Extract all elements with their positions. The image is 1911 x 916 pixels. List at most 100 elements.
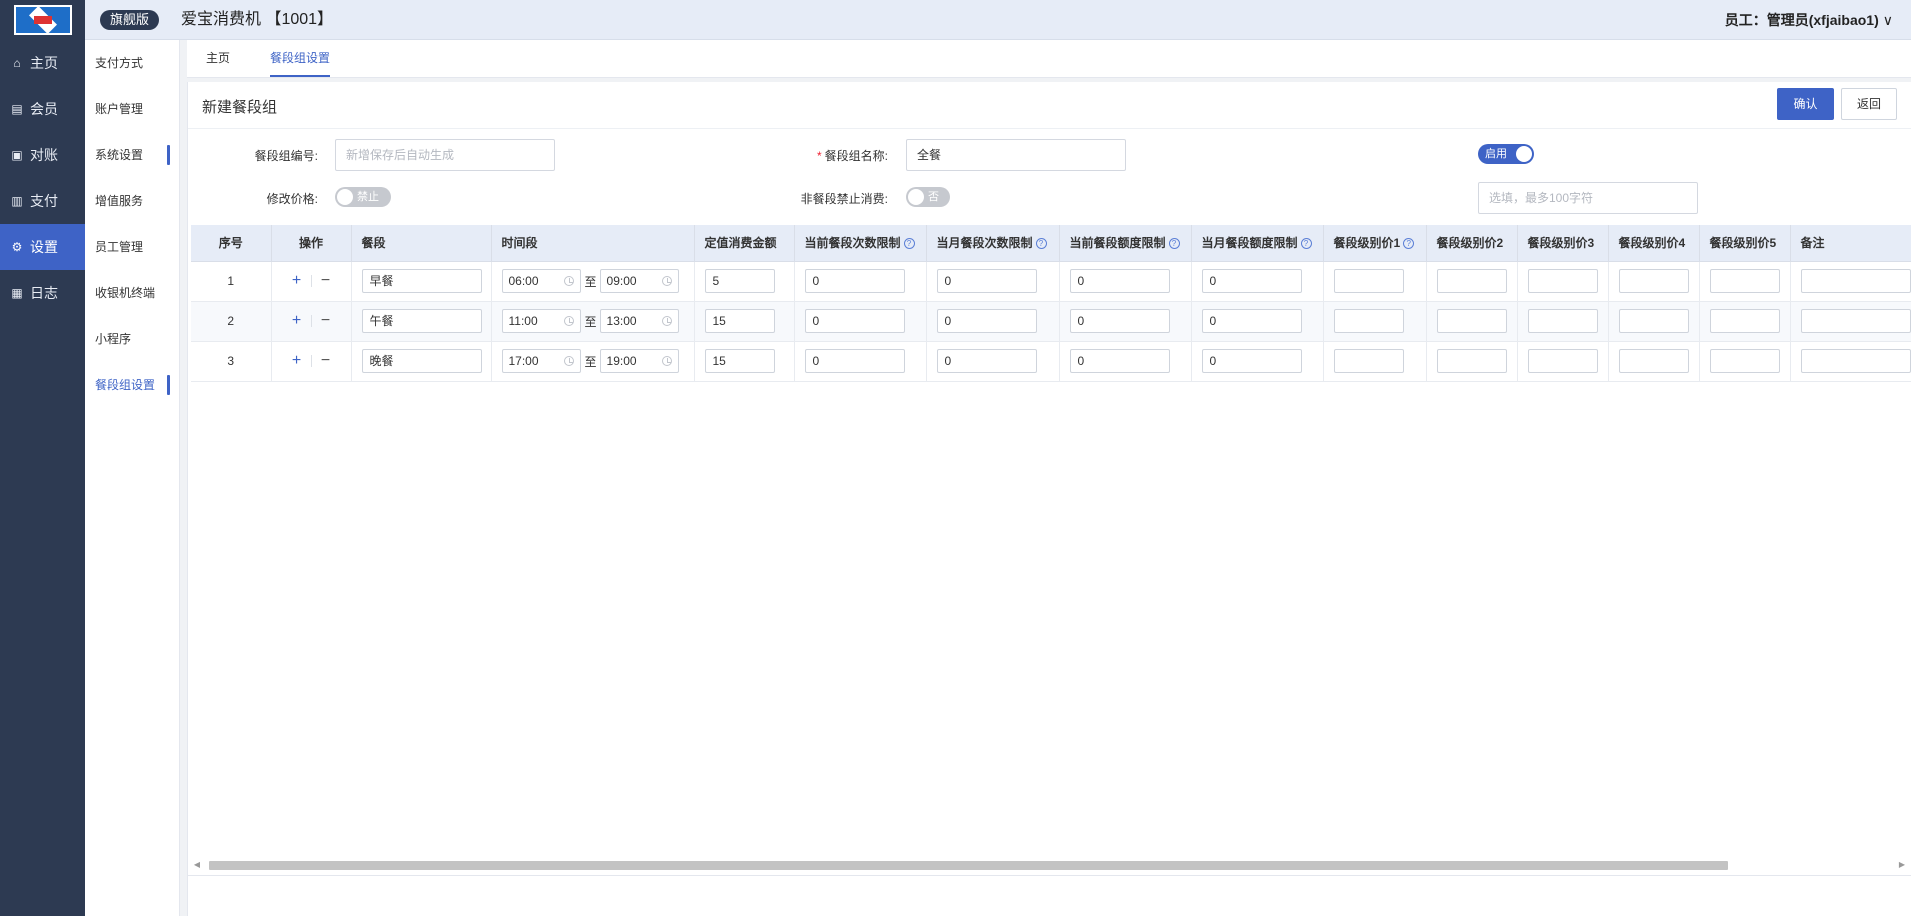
group-no-label: 餐段组编号: — [254, 149, 318, 163]
scroll-right-icon[interactable]: ▶ — [1897, 858, 1907, 872]
level-price-2-input[interactable] — [1436, 269, 1507, 293]
subnav-item-accounts[interactable]: 账户管理 — [85, 86, 179, 132]
divider — [310, 355, 312, 367]
month-count-input[interactable]: 0 — [936, 269, 1037, 293]
amount-input[interactable]: 5 — [704, 269, 775, 293]
month-count-input[interactable]: 0 — [936, 309, 1037, 333]
time-cell: 11:00 至 13:00 — [491, 301, 695, 342]
back-button[interactable]: 返回 — [1841, 88, 1897, 120]
modify-price-toggle[interactable]: 禁止 — [335, 187, 391, 207]
cur-count-input[interactable]: 0 — [804, 349, 905, 373]
remove-row-icon[interactable]: − — [316, 313, 336, 329]
nav-item-home[interactable]: ⌂ 主页 — [0, 40, 85, 86]
cur-count-input[interactable]: 0 — [804, 269, 905, 293]
meal-name-input[interactable]: 早餐 — [361, 269, 482, 293]
amount-input[interactable]: 15 — [704, 349, 775, 373]
nav-item-member[interactable]: ▤ 会员 — [0, 86, 85, 132]
subnav-item-payment-methods[interactable]: 支付方式 — [85, 40, 179, 86]
month-count-cell: 0 — [926, 341, 1060, 382]
start-time-picker[interactable]: 17:00 — [501, 349, 581, 373]
cur-quota-input[interactable]: 0 — [1069, 269, 1170, 293]
month-count-input[interactable]: 0 — [936, 349, 1037, 373]
scroll-left-icon[interactable]: ◀ — [192, 858, 202, 872]
end-time-picker[interactable]: 13:00 — [599, 309, 679, 333]
amount-input[interactable]: 15 — [704, 309, 775, 333]
amount-cell: 15 — [694, 301, 795, 342]
add-row-icon[interactable]: + — [287, 273, 307, 289]
level-price-5-input[interactable] — [1709, 269, 1780, 293]
tab-home[interactable]: 主页 — [206, 40, 230, 76]
level-price-2-input[interactable] — [1436, 309, 1507, 333]
subnav-item-terminals[interactable]: 收银机终端 — [85, 270, 179, 316]
non-meal-toggle[interactable]: 否 — [906, 187, 950, 207]
cur-quota-input[interactable]: 0 — [1069, 349, 1170, 373]
nav-item-reconcile[interactable]: ▣ 对账 — [0, 132, 85, 178]
group-no-field[interactable]: 新增保存后自动生成 — [335, 139, 555, 171]
remark-field[interactable]: 选填，最多100字符 — [1478, 182, 1698, 214]
level-price-2-input[interactable] — [1436, 349, 1507, 373]
help-icon[interactable]: ? — [1168, 238, 1180, 250]
level-price-4-input[interactable] — [1618, 269, 1689, 293]
end-time-picker[interactable]: 09:00 — [599, 269, 679, 293]
month-quota-input[interactable]: 0 — [1201, 269, 1302, 293]
meal-periods-table: 序号 操作 餐段 时间段 定值消费金额 当前餐段次数限制? 当月餐段次数限制? … — [191, 225, 1911, 865]
clock-icon — [661, 276, 672, 286]
level-price-1-input[interactable] — [1333, 269, 1404, 293]
level-price-4-input[interactable] — [1618, 309, 1689, 333]
subnav-item-staff[interactable]: 员工管理 — [85, 224, 179, 270]
cur-quota-input[interactable]: 0 — [1069, 309, 1170, 333]
level-price-3-cell — [1517, 341, 1609, 382]
to-label: 至 — [584, 314, 597, 329]
start-time-picker[interactable]: 11:00 — [501, 309, 581, 333]
help-icon[interactable]: ? — [1403, 238, 1415, 250]
confirm-button[interactable]: 确认 — [1777, 88, 1834, 120]
nav-item-settings[interactable]: ⚙ 设置 — [0, 224, 85, 270]
nav-item-payment[interactable]: ▥ 支付 — [0, 178, 85, 224]
help-icon[interactable]: ? — [1035, 238, 1047, 250]
cur-count-cell: 0 — [794, 301, 927, 342]
status-toggle[interactable]: 启用 — [1478, 144, 1534, 164]
level-price-3-input[interactable] — [1527, 349, 1598, 373]
tab-meal-group-settings[interactable]: 餐段组设置 — [270, 40, 331, 77]
row-remark-input[interactable] — [1800, 309, 1911, 333]
month-quota-input[interactable]: 0 — [1201, 309, 1302, 333]
col-header-cur-count: 当前餐段次数限制? — [794, 225, 927, 262]
level-price-5-input[interactable] — [1709, 349, 1780, 373]
row-remark-input[interactable] — [1800, 269, 1911, 293]
cur-count-input[interactable]: 0 — [804, 309, 905, 333]
level-price-4-input[interactable] — [1618, 349, 1689, 373]
level-price-3-input[interactable] — [1527, 269, 1598, 293]
level-price-1-input[interactable] — [1333, 309, 1404, 333]
subnav-item-meal-groups[interactable]: 餐段组设置 — [85, 362, 179, 408]
nav-item-label: 日志 — [30, 285, 58, 301]
subnav-item-system[interactable]: 系统设置 — [85, 132, 179, 178]
month-quota-input[interactable]: 0 — [1201, 349, 1302, 373]
add-row-icon[interactable]: + — [287, 313, 307, 329]
logo[interactable] — [13, 5, 72, 35]
level-price-5-input[interactable] — [1709, 309, 1780, 333]
row-remark-input[interactable] — [1800, 349, 1911, 373]
subnav-item-mini-program[interactable]: 小程序 — [85, 316, 179, 362]
scrollbar-thumb[interactable] — [209, 861, 1728, 870]
end-time-picker[interactable]: 19:00 — [599, 349, 679, 373]
nav-item-log[interactable]: ▦ 日志 — [0, 270, 85, 316]
col-header-level-price-3: 餐段级别价3 — [1517, 225, 1609, 262]
add-row-icon[interactable]: + — [287, 353, 307, 369]
group-name-field[interactable]: 全餐 — [906, 139, 1126, 171]
meal-name-input[interactable]: 晚餐 — [361, 349, 482, 373]
help-icon[interactable]: ? — [1300, 238, 1312, 250]
cur-quota-cell: 0 — [1059, 301, 1192, 342]
remove-row-icon[interactable]: − — [316, 353, 336, 369]
horizontal-scrollbar[interactable]: ◀ ▶ — [192, 858, 1907, 872]
level-price-5-cell — [1699, 261, 1791, 302]
level-price-1-input[interactable] — [1333, 349, 1404, 373]
start-time-picker[interactable]: 06:00 — [501, 269, 581, 293]
cur-quota-cell: 0 — [1059, 261, 1192, 302]
level-price-3-input[interactable] — [1527, 309, 1598, 333]
reconcile-icon: ▣ — [11, 148, 23, 162]
meal-name-input[interactable]: 午餐 — [361, 309, 482, 333]
help-icon[interactable]: ? — [903, 238, 915, 250]
remove-row-icon[interactable]: − — [316, 273, 336, 289]
subnav-item-value-added[interactable]: 增值服务 — [85, 178, 179, 224]
user-menu[interactable]: 员工：管理员(xfjaibao1) ∨ — [1725, 11, 1893, 29]
